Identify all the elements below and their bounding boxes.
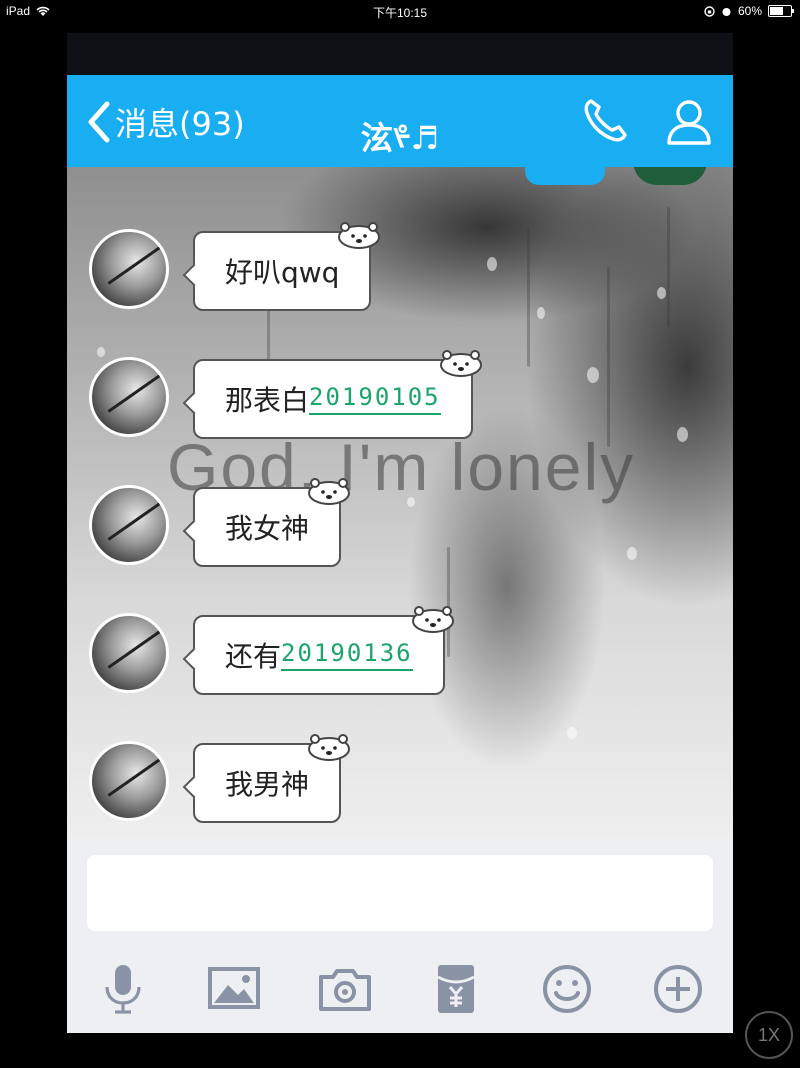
chat-area[interactable]: God, I'm lonely 好叭qwq 那表白 20190105 我女神 还…	[67, 167, 733, 841]
profile-icon[interactable]	[663, 95, 715, 147]
unread-tab	[525, 167, 605, 185]
message-bubble[interactable]: 我男神	[182, 734, 351, 823]
chat-title: 泫ᢞ♬	[360, 119, 440, 157]
message-input[interactable]	[87, 855, 713, 931]
rotation-lock-icon	[704, 5, 715, 17]
message-row: 还有 20190136	[67, 606, 733, 709]
qq-number-link[interactable]: 20190136	[281, 639, 413, 671]
message-row: 我男神	[67, 734, 733, 837]
bear-sticker-icon	[338, 222, 381, 249]
message-row: 我女神	[67, 478, 733, 581]
message-text: 那表白	[225, 384, 310, 417]
message-bubble[interactable]: 还有 20190136	[182, 606, 454, 695]
sender-avatar[interactable]	[89, 357, 169, 437]
message-text: 我女神	[225, 512, 310, 545]
composer-toolbar	[67, 961, 733, 1017]
red-packet-icon[interactable]	[428, 961, 484, 1017]
message-text: 好叭qwq	[225, 256, 340, 289]
message-bubble[interactable]: 我女神	[182, 478, 351, 567]
battery-percent: 60%	[737, 4, 762, 18]
phone-icon[interactable]	[579, 95, 631, 147]
camera-icon[interactable]	[317, 961, 373, 1017]
bear-sticker-icon	[308, 478, 351, 505]
battery-icon	[768, 5, 794, 17]
message-row: 那表白 20190105	[67, 350, 733, 453]
chat-app: 消息(93) 泫ᢞ♬ God, I'm lonely 好叭qwq 那表白 201…	[67, 33, 733, 1033]
nav-bar: 消息(93) 泫ᢞ♬	[67, 75, 733, 167]
message-text: 还有	[225, 640, 282, 673]
message-bubble[interactable]: 那表白 20190105	[182, 350, 482, 439]
message-row: 好叭qwq	[67, 222, 733, 325]
sender-avatar[interactable]	[89, 613, 169, 693]
plus-icon[interactable]	[650, 961, 706, 1017]
sender-avatar[interactable]	[89, 485, 169, 565]
playback-speed-button[interactable]: 1X	[745, 1011, 793, 1059]
status-bar: iPad 下午10:15 60%	[0, 0, 800, 24]
sender-avatar[interactable]	[89, 229, 169, 309]
bear-sticker-icon	[439, 350, 482, 377]
top-black-bar	[67, 33, 733, 75]
status-time: 下午10:15	[372, 6, 428, 20]
sender-avatar[interactable]	[89, 741, 169, 821]
image-icon[interactable]	[206, 961, 262, 1017]
status-right: 60%	[704, 4, 794, 18]
message-text: 我男神	[225, 768, 310, 801]
bear-sticker-icon	[411, 606, 454, 633]
microphone-icon[interactable]	[95, 961, 151, 1017]
emoji-icon[interactable]	[539, 961, 595, 1017]
alarm-icon	[722, 7, 731, 16]
qq-number-link[interactable]: 20190105	[309, 383, 441, 415]
bear-sticker-icon	[308, 734, 351, 761]
composer	[67, 841, 733, 1033]
message-bubble[interactable]: 好叭qwq	[182, 222, 381, 311]
top-avatar-peek	[633, 167, 707, 185]
